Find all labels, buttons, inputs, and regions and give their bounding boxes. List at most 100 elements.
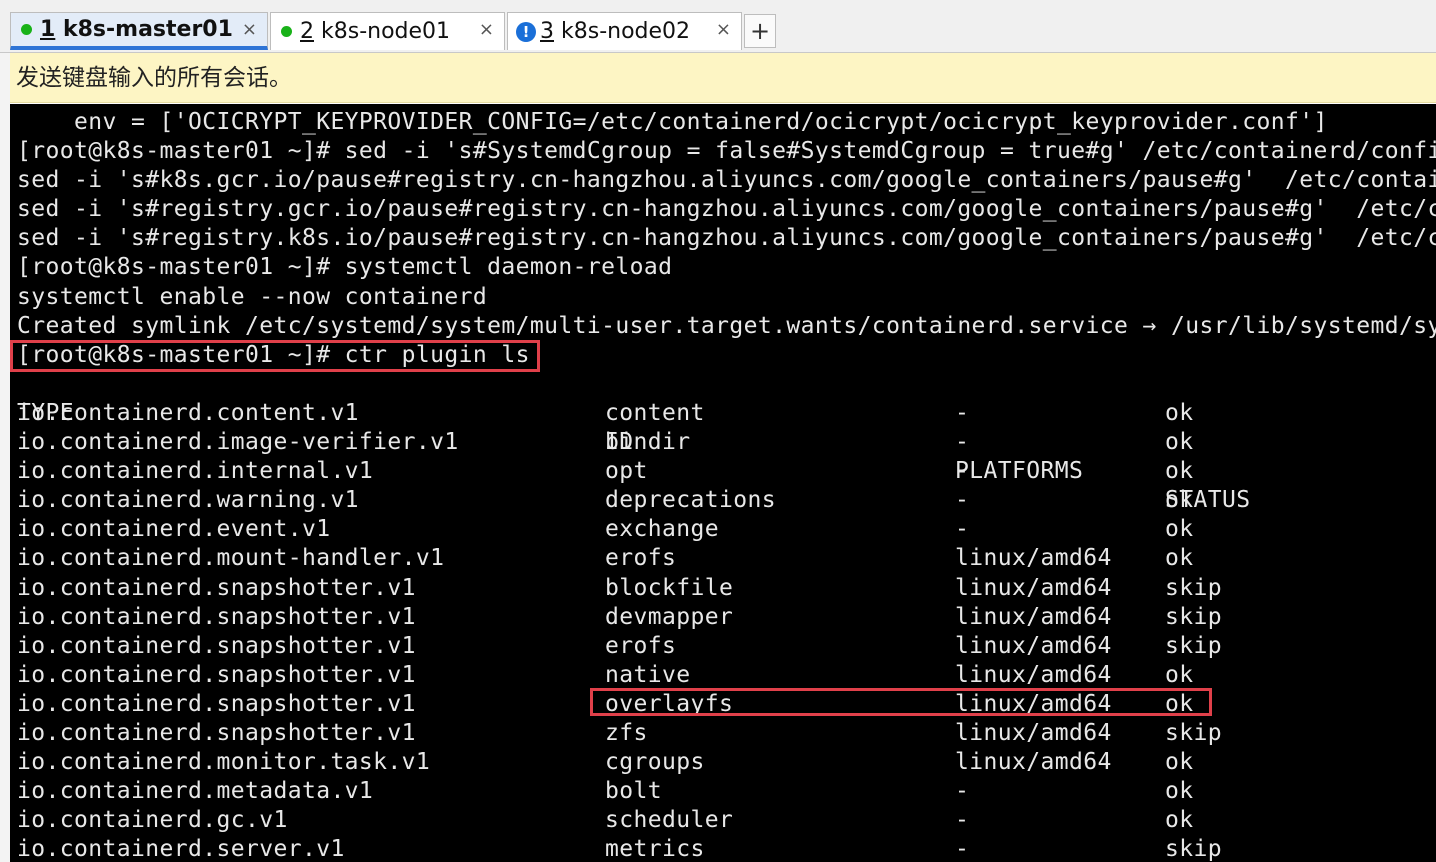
plugin-row: io.containerd.gc.v1 scheduler - ok [17,806,1436,835]
plugin-id: cgroups [605,749,705,776]
plugin-type: io.containerd.gc.v1 [17,807,288,834]
plugin-status: ok [1165,458,1194,485]
plugin-row: io.containerd.image-verifier.v1 bindir - ok [17,428,1436,457]
plugin-type: io.containerd.snapshotter.v1 [17,632,416,659]
terminal-line: sed -i 's#k8s.gcr.io/pause#registry.cn-h… [17,167,1436,194]
plugin-type: io.containerd.snapshotter.v1 [17,603,416,630]
highlight-ctr-command [10,340,540,372]
plugin-row: io.containerd.snapshotter.v1 native linux/… [17,661,1436,690]
plugin-type: io.containerd.monitor.task.v1 [17,749,431,776]
plugin-id: native [605,661,691,688]
plugin-type: io.containerd.snapshotter.v1 [17,719,416,746]
tab-label: 2 k8s-node01 [300,19,451,44]
close-icon[interactable]: × [242,19,257,40]
plugin-platforms: linux/amd64 [955,574,1112,601]
tab-k8s-node02[interactable]: ! 3 k8s-node02 × [507,12,742,50]
plugin-type: io.containerd.event.v1 [17,516,331,543]
highlight-overlayfs-row [590,688,1212,716]
plugin-id: content [605,399,705,426]
plugin-id: devmapper [605,603,734,630]
plugin-status: ok [1165,661,1194,688]
plugin-row: io.containerd.internal.v1 opt - ok [17,457,1436,486]
plugin-status: ok [1165,399,1194,426]
plugin-id: metrics [605,836,705,862]
plugin-row: io.containerd.content.v1 content - ok [17,399,1436,428]
plugin-row: io.containerd.event.v1 exchange - ok [17,515,1436,544]
plugin-id: erofs [605,545,677,572]
plugin-status: ok [1165,807,1194,834]
plugin-id: exchange [605,516,719,543]
terminal-line: env = ['OCICRYPT_KEYPROVIDER_CONFIG=/etc… [17,109,1328,135]
plugin-row: io.containerd.metadata.v1 bolt - ok [17,777,1436,806]
plugin-status: ok [1165,429,1194,456]
plugin-type: io.containerd.snapshotter.v1 [17,661,416,688]
plugin-row: io.containerd.monitor.task.v1 cgroups linu… [17,748,1436,777]
plugin-type: io.containerd.metadata.v1 [17,778,374,805]
plugin-type: io.containerd.server.v1 [17,836,345,862]
green-dot-icon [21,24,32,35]
plugin-platforms: - [955,807,970,834]
plugin-platforms: - [955,429,970,456]
plugin-id: deprecations [605,487,776,514]
plugin-row: io.containerd.snapshotter.v1 erofs linux/a… [17,632,1436,661]
plugin-row: io.containerd.snapshotter.v1 zfs linux/amd… [17,719,1436,748]
plugin-status: skip [1165,574,1222,601]
terminal-line: [root@k8s-master01 ~]# sed -i 's#Systemd… [17,138,1436,165]
plugin-platforms: linux/amd64 [955,749,1112,776]
plugin-status: skip [1165,632,1222,659]
terminal-output: env = ['OCICRYPT_KEYPROVIDER_CONFIG=/etc… [17,108,1436,862]
plugin-platforms: linux/amd64 [955,661,1112,688]
plugin-type: io.containerd.snapshotter.v1 [17,690,416,717]
plugin-table-body: io.containerd.content.v1 content - ok io.con… [17,399,1436,862]
plugin-id: opt [605,458,648,485]
plugin-row: io.containerd.snapshotter.v1 blockfile lin… [17,574,1436,603]
plugin-type: io.containerd.internal.v1 [17,458,374,485]
terminal-line: sed -i 's#registry.k8s.io/pause#registry… [17,225,1436,252]
plugin-platforms: linux/amd64 [955,632,1112,659]
tab-k8s-node01[interactable]: 2 k8s-node01 × [270,12,505,50]
plugin-platforms: linux/amd64 [955,545,1112,572]
plugin-status: ok [1165,778,1194,805]
plugin-status: skip [1165,719,1222,746]
plugin-platforms: - [955,399,970,426]
plugin-status: skip [1165,836,1222,862]
broadcast-input-bar: 发送键盘输入的所有会话。 [10,53,1436,103]
plugin-type: io.containerd.mount-handler.v1 [17,545,445,572]
plugin-status: ok [1165,487,1194,514]
plugin-row: io.containerd.warning.v1 deprecations - ok [17,486,1436,515]
plugin-row: io.containerd.server.v1 metrics - skip [17,835,1436,862]
terminal-line: systemctl enable --now containerd [17,283,488,310]
plugin-id: erofs [605,632,677,659]
add-tab-button[interactable]: + [744,14,776,48]
plugin-status: ok [1165,749,1194,776]
terminal-line: [root@k8s-master01 ~]# systemctl daemon-… [17,254,673,281]
plugin-platforms: - [955,778,970,805]
terminal-line: sed -i 's#registry.gcr.io/pause#registry… [17,196,1436,223]
terminal-screen[interactable]: env = ['OCICRYPT_KEYPROVIDER_CONFIG=/etc… [10,104,1436,862]
tab-k8s-master01[interactable]: 1 k8s-master01 × [10,12,268,50]
plugin-type: io.containerd.content.v1 [17,399,359,426]
close-icon[interactable]: × [479,19,494,40]
plugin-id: scheduler [605,807,734,834]
tab-label: 3 k8s-node02 [540,19,691,44]
plugin-platforms: - [955,836,970,862]
plugin-platforms: linux/amd64 [955,603,1112,630]
plugin-platforms: linux/amd64 [955,719,1112,746]
close-icon[interactable]: × [716,19,731,40]
plugin-row: io.containerd.snapshotter.v1 devmapper lin… [17,603,1436,632]
plugin-type: io.containerd.warning.v1 [17,487,359,514]
plugin-id: bindir [605,429,691,456]
window-left-edge [0,0,10,862]
plugin-status: ok [1165,516,1194,543]
plugin-type: io.containerd.snapshotter.v1 [17,574,416,601]
plugin-type: io.containerd.image-verifier.v1 [17,429,459,456]
plugin-status: ok [1165,545,1194,572]
plugin-platforms: - [955,458,970,485]
plugin-row: io.containerd.mount-handler.v1 erofs linux… [17,544,1436,573]
session-tab-bar: 1 k8s-master01 × 2 k8s-node01 × ! 3 k8s-… [0,0,1436,53]
warning-icon: ! [516,21,536,42]
plugin-status: skip [1165,603,1222,630]
plugin-platforms: - [955,487,970,514]
plugin-table-header: TYPE ID PLATFORMS STATUS [17,370,1436,513]
terminal-line: Created symlink /etc/systemd/system/mult… [17,312,1436,339]
